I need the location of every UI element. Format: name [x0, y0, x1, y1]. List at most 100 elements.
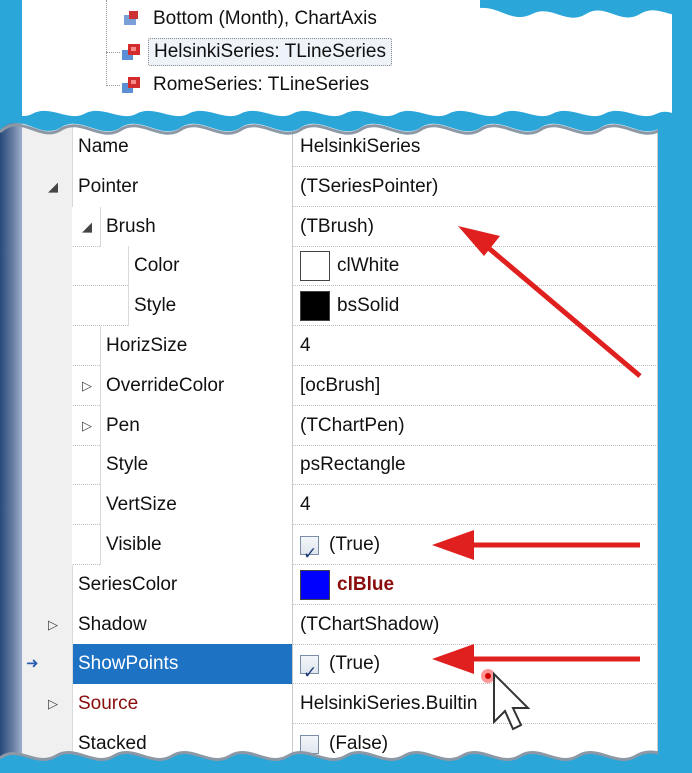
property-row-pointer[interactable]: ◢ Pointer (TSeriesPointer)	[22, 166, 658, 207]
property-value: (True)	[329, 534, 381, 555]
tree-connector	[106, 52, 120, 53]
expand-triangle-icon[interactable]: ▷	[46, 696, 60, 712]
series-icon	[120, 75, 142, 95]
property-value-cell[interactable]: psRectangle	[300, 445, 406, 485]
column-divider[interactable]	[292, 564, 293, 605]
column-divider[interactable]	[292, 286, 293, 327]
property-grid: Name HelsinkiSeries ◢ Pointer (TSeriesPointe…	[22, 125, 658, 773]
property-value: [ocBrush]	[300, 374, 381, 396]
row-gutter	[22, 405, 72, 446]
property-name: Visible	[106, 534, 162, 555]
color-swatch	[300, 569, 330, 600]
property-name: ShowPoints	[78, 653, 179, 675]
row-gutter	[22, 485, 72, 526]
expand-triangle-icon[interactable]: ▷	[80, 378, 94, 394]
tree-connector	[106, 85, 120, 86]
property-row-seriescolor[interactable]: SeriesColor clBlue	[22, 564, 658, 605]
row-gutter	[22, 445, 72, 486]
property-name: Pen	[106, 414, 140, 436]
property-row-brush[interactable]: ◢ Brush (TBrush)	[22, 206, 658, 247]
property-value: (True)	[329, 653, 381, 675]
property-value-cell[interactable]: (TSeriesPointer)	[300, 167, 438, 207]
torn-edge-bottom	[0, 750, 692, 773]
column-divider[interactable]	[292, 644, 293, 685]
property-row-style[interactable]: Style psRectangle	[22, 445, 658, 486]
expand-triangle-icon[interactable]: ▷	[46, 617, 60, 633]
left-window-edge	[0, 120, 22, 773]
row-gutter	[22, 564, 72, 605]
property-value-cell[interactable]: (True)	[300, 644, 381, 693]
property-value-cell[interactable]: (True)	[300, 525, 381, 574]
property-name: OverrideColor	[106, 374, 225, 396]
column-divider[interactable]	[292, 365, 293, 406]
row-gutter	[22, 525, 72, 565]
torn-edge-right	[658, 120, 692, 773]
property-row-visible[interactable]: Visible (True)	[22, 525, 658, 574]
property-row-pen[interactable]: ▷ Pen (TChartPen)	[22, 405, 658, 446]
column-divider[interactable]	[292, 485, 293, 526]
property-value: 4	[300, 494, 311, 516]
property-value-cell[interactable]: (TChartPen)	[300, 406, 405, 446]
property-value-cell[interactable]: clWhite	[300, 246, 399, 286]
property-row-style[interactable]: Style bsSolid	[22, 286, 658, 327]
property-value-cell[interactable]: bsSolid	[300, 286, 399, 326]
property-value-cell[interactable]: (TBrush)	[300, 207, 374, 247]
series-icon	[120, 42, 142, 62]
property-value-cell[interactable]: [ocBrush]	[300, 366, 380, 406]
column-divider[interactable]	[292, 604, 293, 645]
property-row-source[interactable]: ▷ Source HelsinkiSeries.Builtin	[22, 684, 658, 725]
column-divider[interactable]	[292, 206, 293, 247]
property-row-shadow[interactable]: ▷ Shadow (TChartShadow)	[22, 604, 658, 645]
property-name: HorizSize	[106, 335, 188, 356]
property-name: Pointer	[78, 175, 139, 197]
property-value: 4	[300, 335, 311, 356]
column-divider[interactable]	[292, 525, 293, 565]
property-row-horizsize[interactable]: HorizSize 4	[22, 326, 658, 366]
property-name: Shadow	[78, 613, 147, 635]
column-divider[interactable]	[292, 166, 293, 207]
property-value-cell[interactable]: clBlue	[300, 565, 394, 605]
property-value: (TChartPen)	[300, 414, 405, 436]
property-name: Color	[134, 255, 180, 277]
row-gutter	[22, 206, 72, 247]
property-name: Style	[134, 295, 177, 317]
column-divider[interactable]	[292, 405, 293, 446]
property-row-vertsize[interactable]: VertSize 4	[22, 485, 658, 526]
property-name: Brush	[106, 215, 156, 237]
tree-item-helsinki-series[interactable]: HelsinkiSeries: TLineSeries	[120, 37, 392, 67]
property-value: clWhite	[337, 255, 400, 277]
property-name: VertSize	[106, 494, 177, 516]
column-divider[interactable]	[292, 684, 293, 725]
tree-item-rome-series[interactable]: RomeSeries: TLineSeries	[120, 70, 374, 100]
color-swatch	[300, 251, 330, 282]
value-checkbox[interactable]	[300, 653, 319, 693]
property-value: (TBrush)	[300, 215, 374, 237]
property-row-showpoints[interactable]: ➜ ShowPoints (True)	[22, 644, 658, 693]
property-name: SeriesColor	[78, 573, 178, 595]
color-swatch	[300, 291, 330, 322]
property-name: Style	[106, 454, 149, 476]
current-row-arrow-icon: ➜	[26, 655, 39, 673]
property-value-cell[interactable]: 4	[300, 326, 311, 366]
property-row-color[interactable]: Color clWhite	[22, 246, 658, 287]
value-checkbox[interactable]	[300, 534, 319, 574]
expand-triangle-icon[interactable]: ▷	[80, 418, 94, 434]
property-row-overridecolor[interactable]: ▷ OverrideColor [ocBrush]	[22, 365, 658, 406]
collapse-triangle-icon[interactable]: ◢	[80, 219, 94, 235]
column-divider[interactable]	[292, 445, 293, 486]
property-value: (TSeriesPointer)	[300, 175, 439, 197]
row-gutter	[22, 286, 72, 327]
column-divider[interactable]	[292, 246, 293, 287]
property-value: psRectangle	[300, 454, 406, 476]
column-divider[interactable]	[292, 326, 293, 366]
property-value: (TChartShadow)	[300, 613, 440, 635]
property-value: bsSolid	[337, 295, 400, 317]
property-value-cell[interactable]: (TChartShadow)	[300, 605, 439, 645]
row-gutter	[22, 365, 72, 406]
torn-edge-top	[0, 0, 692, 30]
collapse-triangle-icon[interactable]: ◢	[46, 179, 60, 195]
row-gutter	[22, 246, 72, 287]
property-value-cell[interactable]: 4	[300, 485, 311, 525]
property-name: Source	[78, 693, 139, 715]
property-value-cell[interactable]: HelsinkiSeries.Builtin	[300, 684, 477, 724]
